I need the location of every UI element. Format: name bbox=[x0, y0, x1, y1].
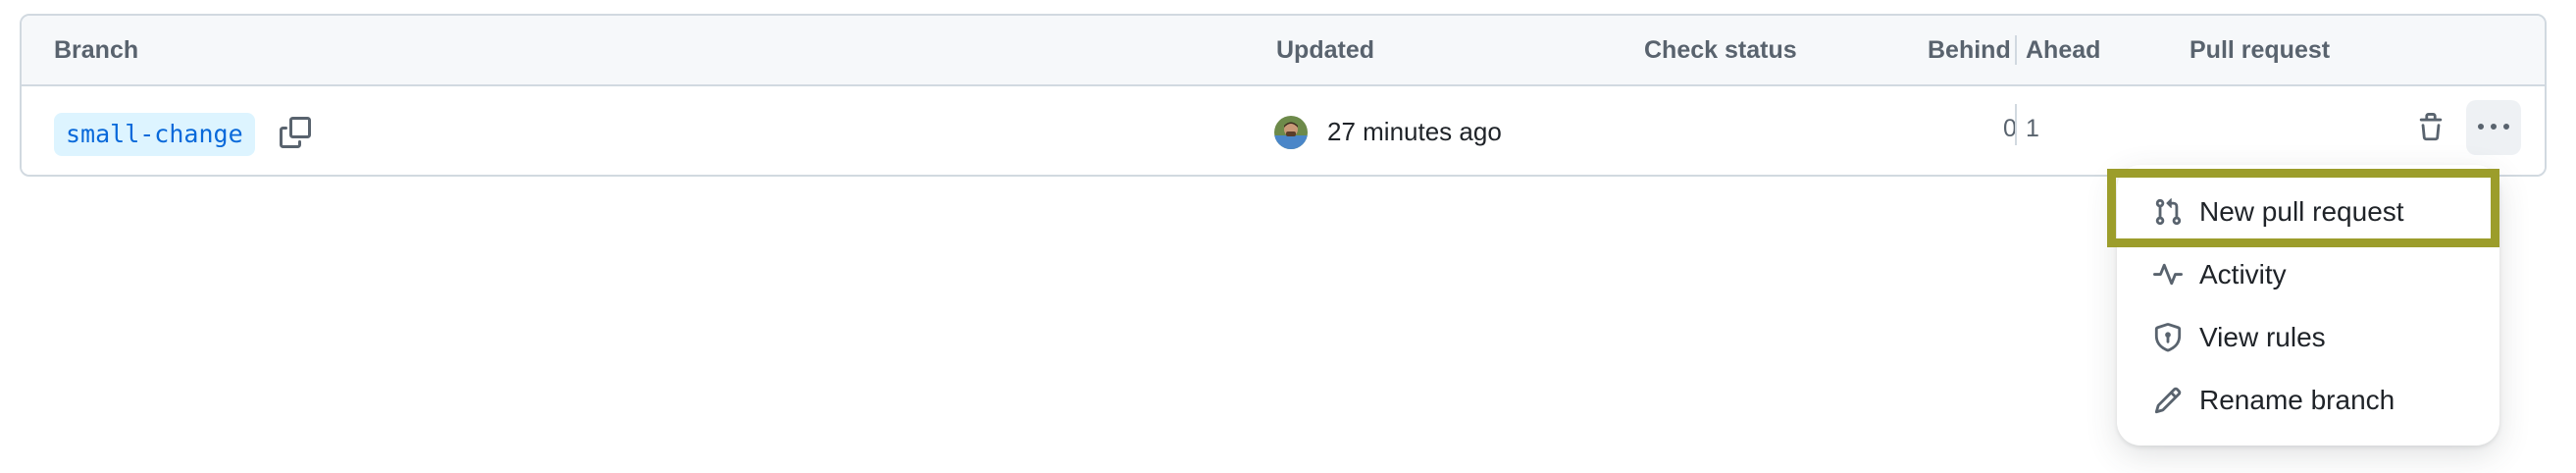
behind-ahead-divider bbox=[2015, 35, 2017, 65]
menu-item-label: Rename branch bbox=[2199, 385, 2396, 415]
trash-icon bbox=[2419, 113, 2443, 141]
column-header-branch: Branch bbox=[54, 36, 139, 64]
ahead-count: 1 bbox=[2026, 115, 2039, 142]
branches-page: Branch Updated Check status Behind Ahead… bbox=[0, 0, 2576, 473]
kebab-horizontal-icon bbox=[2478, 124, 2509, 130]
copy-branch-name-button[interactable] bbox=[273, 110, 318, 155]
pulse-icon bbox=[2150, 257, 2186, 292]
menu-item-label: View rules bbox=[2199, 322, 2326, 352]
menu-item-new-pull-request[interactable]: New pull request bbox=[2117, 181, 2499, 243]
pencil-icon bbox=[2150, 383, 2186, 418]
menu-item-view-rules[interactable]: View rules bbox=[2117, 306, 2499, 369]
more-actions-button[interactable] bbox=[2466, 100, 2521, 155]
column-header-check-status: Check status bbox=[1644, 36, 1797, 64]
delete-branch-button[interactable] bbox=[2403, 100, 2458, 155]
menu-item-rename-branch[interactable]: Rename branch bbox=[2117, 369, 2499, 432]
menu-item-activity[interactable]: Activity bbox=[2117, 243, 2499, 306]
avatar[interactable] bbox=[1274, 116, 1308, 149]
git-pull-request-icon bbox=[2150, 194, 2186, 230]
menu-item-label: Activity bbox=[2199, 259, 2287, 289]
column-header-behind: Behind bbox=[1928, 36, 2011, 64]
branches-table: Branch Updated Check status Behind Ahead… bbox=[20, 14, 2547, 177]
menu-item-label: New pull request bbox=[2199, 196, 2404, 227]
column-header-pull-request: Pull request bbox=[2190, 36, 2331, 64]
table-row: small-change 27 minutes ago 0 1 bbox=[22, 86, 2545, 175]
behind-ahead-bar bbox=[2015, 104, 2017, 145]
column-header-ahead: Ahead bbox=[2026, 36, 2101, 64]
shield-lock-icon bbox=[2150, 320, 2186, 355]
column-header-updated: Updated bbox=[1276, 36, 1374, 64]
branch-name-link[interactable]: small-change bbox=[54, 113, 255, 156]
copy-icon bbox=[280, 117, 311, 148]
updated-time: 27 minutes ago bbox=[1327, 117, 1502, 146]
table-header: Branch Updated Check status Behind Ahead… bbox=[22, 16, 2545, 86]
branch-actions-menu: New pull request Activity View rules Ren… bbox=[2117, 165, 2499, 446]
